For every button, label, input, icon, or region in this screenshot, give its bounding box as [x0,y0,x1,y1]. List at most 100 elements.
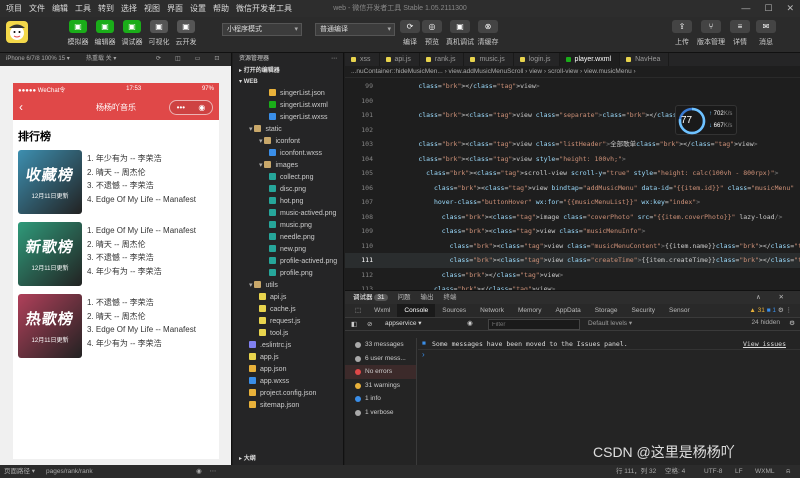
close-icon[interactable]: ✕ [786,3,794,14]
menu-item[interactable]: 设置 [190,3,206,14]
hotreload-select[interactable]: 热重载 关 ▾ [86,53,116,66]
file-item[interactable]: profile-actived.png [233,256,343,268]
file-item[interactable]: disc.png [233,184,343,196]
file-item[interactable]: .eslintrc.js [233,340,343,352]
console-filter-item[interactable]: 1 info [345,392,416,406]
file-item[interactable]: music-actived.png [233,208,343,220]
language-mode[interactable]: WXML [755,465,775,478]
panel-tab[interactable]: Sources [435,304,473,317]
avatar[interactable] [6,21,28,43]
action-button[interactable]: ⊗ 清缓存 [472,20,504,47]
settings-icon[interactable]: ⚙ [778,307,784,314]
device-select[interactable]: iPhone 6/7/8 100% 15 ▾ [6,56,70,62]
editor-tab[interactable]: NavHea [620,53,670,66]
editor-tab[interactable]: api.js [380,53,420,66]
tab-problems[interactable]: 问题 [398,291,411,304]
editor-tab[interactable]: music.js [464,53,514,66]
toolbar-right-button[interactable]: ⑂ 版本管理 [695,20,727,47]
tab-output[interactable]: 输出 [421,291,434,304]
file-item[interactable]: ▾ iconfont [233,136,343,148]
menu-item[interactable]: 工具 [75,3,91,14]
menu-capsule[interactable]: ••• ◉ [169,100,213,115]
panel-tab[interactable]: Storage [588,304,625,317]
panel-tab[interactable]: AppData [548,304,587,317]
file-item[interactable]: app.json [233,364,343,376]
sim-tool-icons[interactable]: ⟳◫▭⊡ [156,53,233,66]
root-folder[interactable]: ▾ WEB [233,77,343,88]
editor-tab[interactable]: login.js [514,53,560,66]
menu-item[interactable]: 转到 [98,3,114,14]
close-mini-icon[interactable]: ◉ [198,103,205,112]
file-item[interactable]: ▾ images [233,160,343,172]
console-filter-item[interactable]: 1 verbose [345,406,416,420]
eye-icon[interactable]: ◉ [467,319,473,327]
cursor-position[interactable]: 行 111，列 32 [616,465,656,478]
menu-item[interactable]: 项目 [6,3,22,14]
eol[interactable]: LF [735,465,743,478]
panel-tab[interactable]: Security [625,304,662,317]
file-item[interactable]: project.config.json [233,388,343,400]
file-item[interactable]: tool.js [233,328,343,340]
view-issues-link[interactable]: View issues [743,338,786,350]
compile-mode-select[interactable]: 小程序模式 ▾ [222,23,302,36]
file-item[interactable]: api.js [233,292,343,304]
compile-type-select[interactable]: 普通编译 ▾ [315,23,395,36]
menu-item[interactable]: 微信开发者工具 [236,3,292,14]
console-filter-item[interactable]: 31 warnings [345,379,416,393]
console-filter-item[interactable]: 6 user mess... [345,352,416,366]
menu-item[interactable]: 编辑 [52,3,68,14]
page-path-toggle[interactable]: 页面路径 ▾ [4,465,35,478]
toolbar-right-button[interactable]: ✉ 消息 [750,20,782,47]
levels-select[interactable]: Default levels ▾ [588,319,632,327]
console-filter-item[interactable]: No errors [345,365,416,379]
file-item[interactable]: sitemap.json [233,400,343,412]
indent-setting[interactable]: 空格: 4 [665,465,685,478]
panel-controls[interactable]: ∧ ✕ [756,291,792,304]
menu-item[interactable]: 视图 [144,3,160,14]
file-item[interactable]: request.js [233,316,343,328]
editor-tab[interactable]: player.wxml [559,53,621,66]
file-item[interactable]: cache.js [233,304,343,316]
panel-tab[interactable]: Network [473,304,511,317]
rank-list-item[interactable]: 收藏榜 12月11日更新 1. 年少有为 -- 李荣浩 2. 晴天 -- 周杰伦 3. … [13,150,219,214]
outline-section[interactable]: ▸ 大纲 [233,454,256,465]
file-item[interactable]: ▾ utils [233,280,343,292]
menu-item[interactable]: 帮助 [213,3,229,14]
menu-item[interactable]: 文件 [29,3,45,14]
clear-icon[interactable]: ⊘ [367,320,372,328]
rank-list-item[interactable]: 热歌榜 12月11日更新 1. 不遗憾 -- 李荣浩 2. 晴天 -- 周杰伦 3. E… [13,294,219,358]
console-prompt[interactable]: › [418,350,800,359]
tab-debugger[interactable]: 调试器 31 [353,291,388,304]
maximize-icon[interactable]: ☐ [764,3,772,14]
breadcrumb[interactable]: ...nuContainer::hideMusicMen... › view.a… [345,66,800,78]
file-item[interactable]: profile.png [233,268,343,280]
info-count[interactable]: ■ 1 [767,307,776,314]
file-item[interactable]: collect.png [233,172,343,184]
minimize-icon[interactable]: — [741,3,750,14]
menu-item[interactable]: 选择 [121,3,137,14]
open-editors-section[interactable]: ▸ 打开的编辑器 [233,66,343,77]
rank-list-item[interactable]: 新歌榜 12月11日更新 1. Edge Of My Life -- Manafes… [13,222,219,286]
editor-tab[interactable]: rank.js [420,53,465,66]
file-item[interactable]: new.png [233,244,343,256]
sidebar-toggle-icon[interactable]: ◧ [351,320,357,328]
file-item[interactable]: app.js [233,352,343,364]
encoding[interactable]: UTF-8 [704,465,722,478]
warning-count[interactable]: ▲ 31 [749,307,764,314]
path-icons[interactable]: ◉⋯ [196,465,224,478]
file-item[interactable]: singerList.json [233,88,343,100]
file-item[interactable]: iconfont.wxss [233,148,343,160]
settings-icon[interactable]: ⚙ [789,319,795,327]
file-item[interactable]: app.wxss [233,376,343,388]
filter-input[interactable] [488,319,580,330]
inspect-icon[interactable]: ⬚ [349,304,367,317]
panel-tab[interactable]: Memory [511,304,548,317]
more-icon[interactable]: ⋮ [786,307,793,314]
editor-tab[interactable]: xss [345,53,380,66]
more-icon[interactable]: ••• [177,103,185,112]
file-item[interactable]: ▾ static [233,124,343,136]
toolbar-right-button[interactable]: ⇪ 上传 [666,20,698,47]
panel-tab[interactable]: Console [397,304,436,317]
console-filter-item[interactable]: 33 messages [345,338,416,352]
menu-item[interactable]: 界面 [167,3,183,14]
